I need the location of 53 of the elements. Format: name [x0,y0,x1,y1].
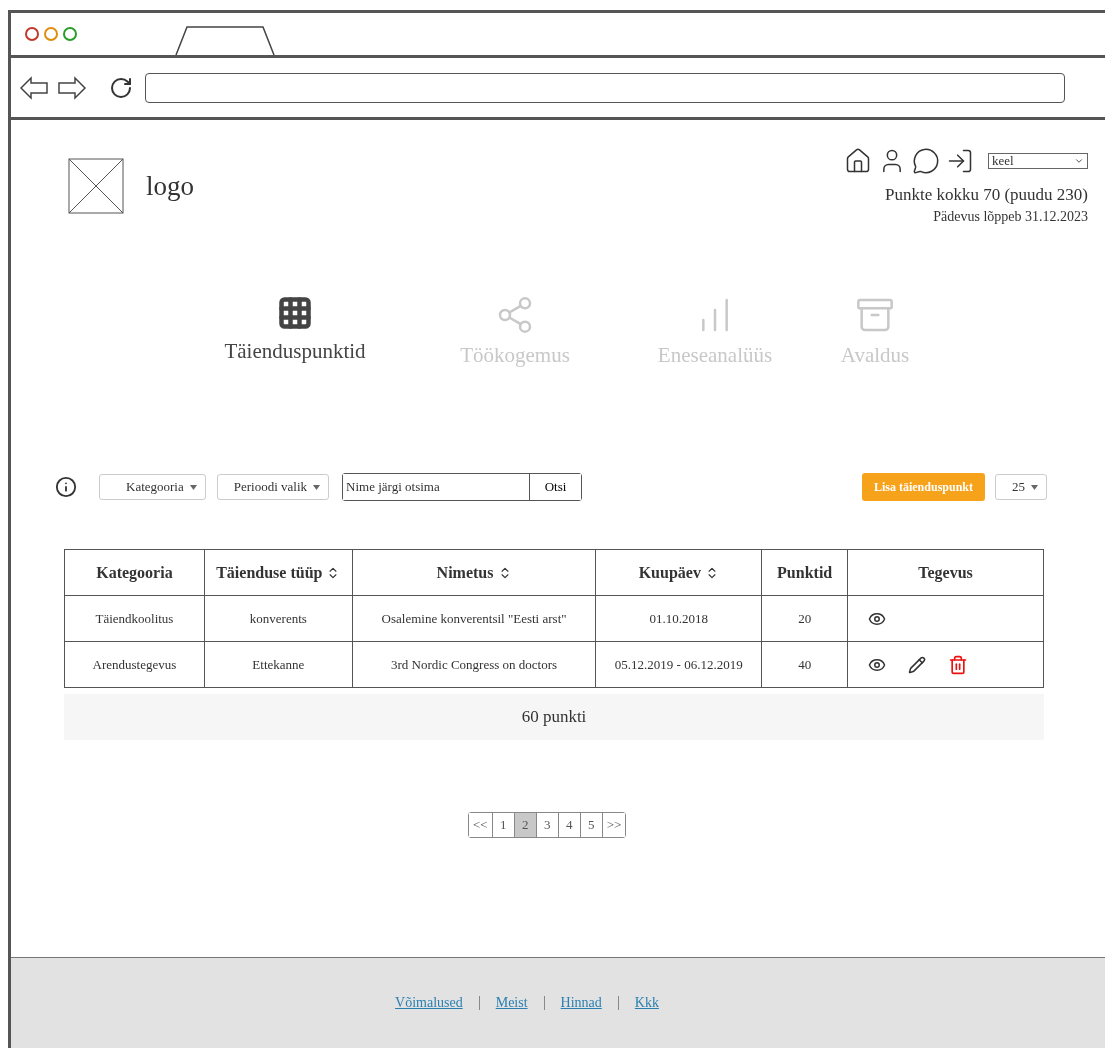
back-icon[interactable] [19,75,49,100]
reload-icon[interactable] [109,75,133,100]
points-summary: Punkte kokku 70 (puudu 230) [884,185,1088,205]
column-header[interactable]: Täienduse tüüp [204,549,353,596]
table-cell: Ettekanne [204,641,353,688]
trash-icon[interactable] [948,654,969,675]
chat-icon[interactable] [912,147,940,175]
page-button[interactable]: 2 [513,813,536,837]
language-select[interactable]: keel [988,153,1088,169]
caret-icon[interactable] [1031,484,1038,490]
column-header: Tegevus [847,549,1044,596]
category-select[interactable]: Kategooria [99,474,206,500]
column-header[interactable]: Nimetus [352,549,596,596]
section-tab[interactable]: Täienduspunktid [224,339,366,364]
pencil-icon[interactable] [908,655,927,674]
caret-icon[interactable] [189,484,197,490]
column-header[interactable]: Kuupäev [595,549,762,596]
table-cell: 01.10.2018 [595,595,762,642]
table-cell: 05.12.2019 - 06.12.2019 [595,641,762,688]
table-cell: 3rd Nordic Congress on doctors [352,641,596,688]
column-header: Kategooria [64,549,205,596]
period-select[interactable]: Perioodi valik [216,474,330,500]
table-cell: Osalemine konverentsil "Eesti arst" [352,595,596,642]
minimize-icon[interactable] [44,27,58,41]
maximize-icon[interactable] [63,27,77,41]
footer-link[interactable]: Meist [495,995,528,1011]
home-icon[interactable] [844,147,872,175]
table-cell: Arendustegevus [64,641,205,688]
logo-placeholder-icon [68,158,124,214]
column-header: Punktid [761,549,848,596]
login-icon[interactable] [946,147,974,175]
close-icon[interactable] [25,27,39,41]
footer-link[interactable]: Hinnad [560,995,602,1011]
forward-icon[interactable] [57,75,87,100]
footer-link[interactable]: Kkk [634,995,659,1011]
table-cell: Täiendkoolitus [64,595,205,642]
search-button[interactable]: Otsi [529,474,582,500]
chevron-down-icon[interactable] [1074,156,1084,166]
total-points: 60 punkti [64,694,1044,740]
table-cell: konverents [204,595,353,642]
table-cell: 40 [761,641,848,688]
grid-icon [277,295,313,331]
caret-icon[interactable] [313,484,321,490]
logo-text: logo [146,170,194,202]
page-button[interactable]: >> [601,813,626,837]
footer-link[interactable]: Võimalused [395,995,463,1011]
browser-tab[interactable] [175,25,275,55]
info-icon[interactable] [55,476,77,498]
search-field[interactable]: Nime järgi otsima Otsi [342,473,583,501]
table-cell: 20 [761,595,848,642]
address-field[interactable] [145,72,1065,103]
competence-expiry: Pädevus lõppeb 31.12.2023 [933,209,1088,225]
page-size-select[interactable]: 25 [995,474,1047,500]
